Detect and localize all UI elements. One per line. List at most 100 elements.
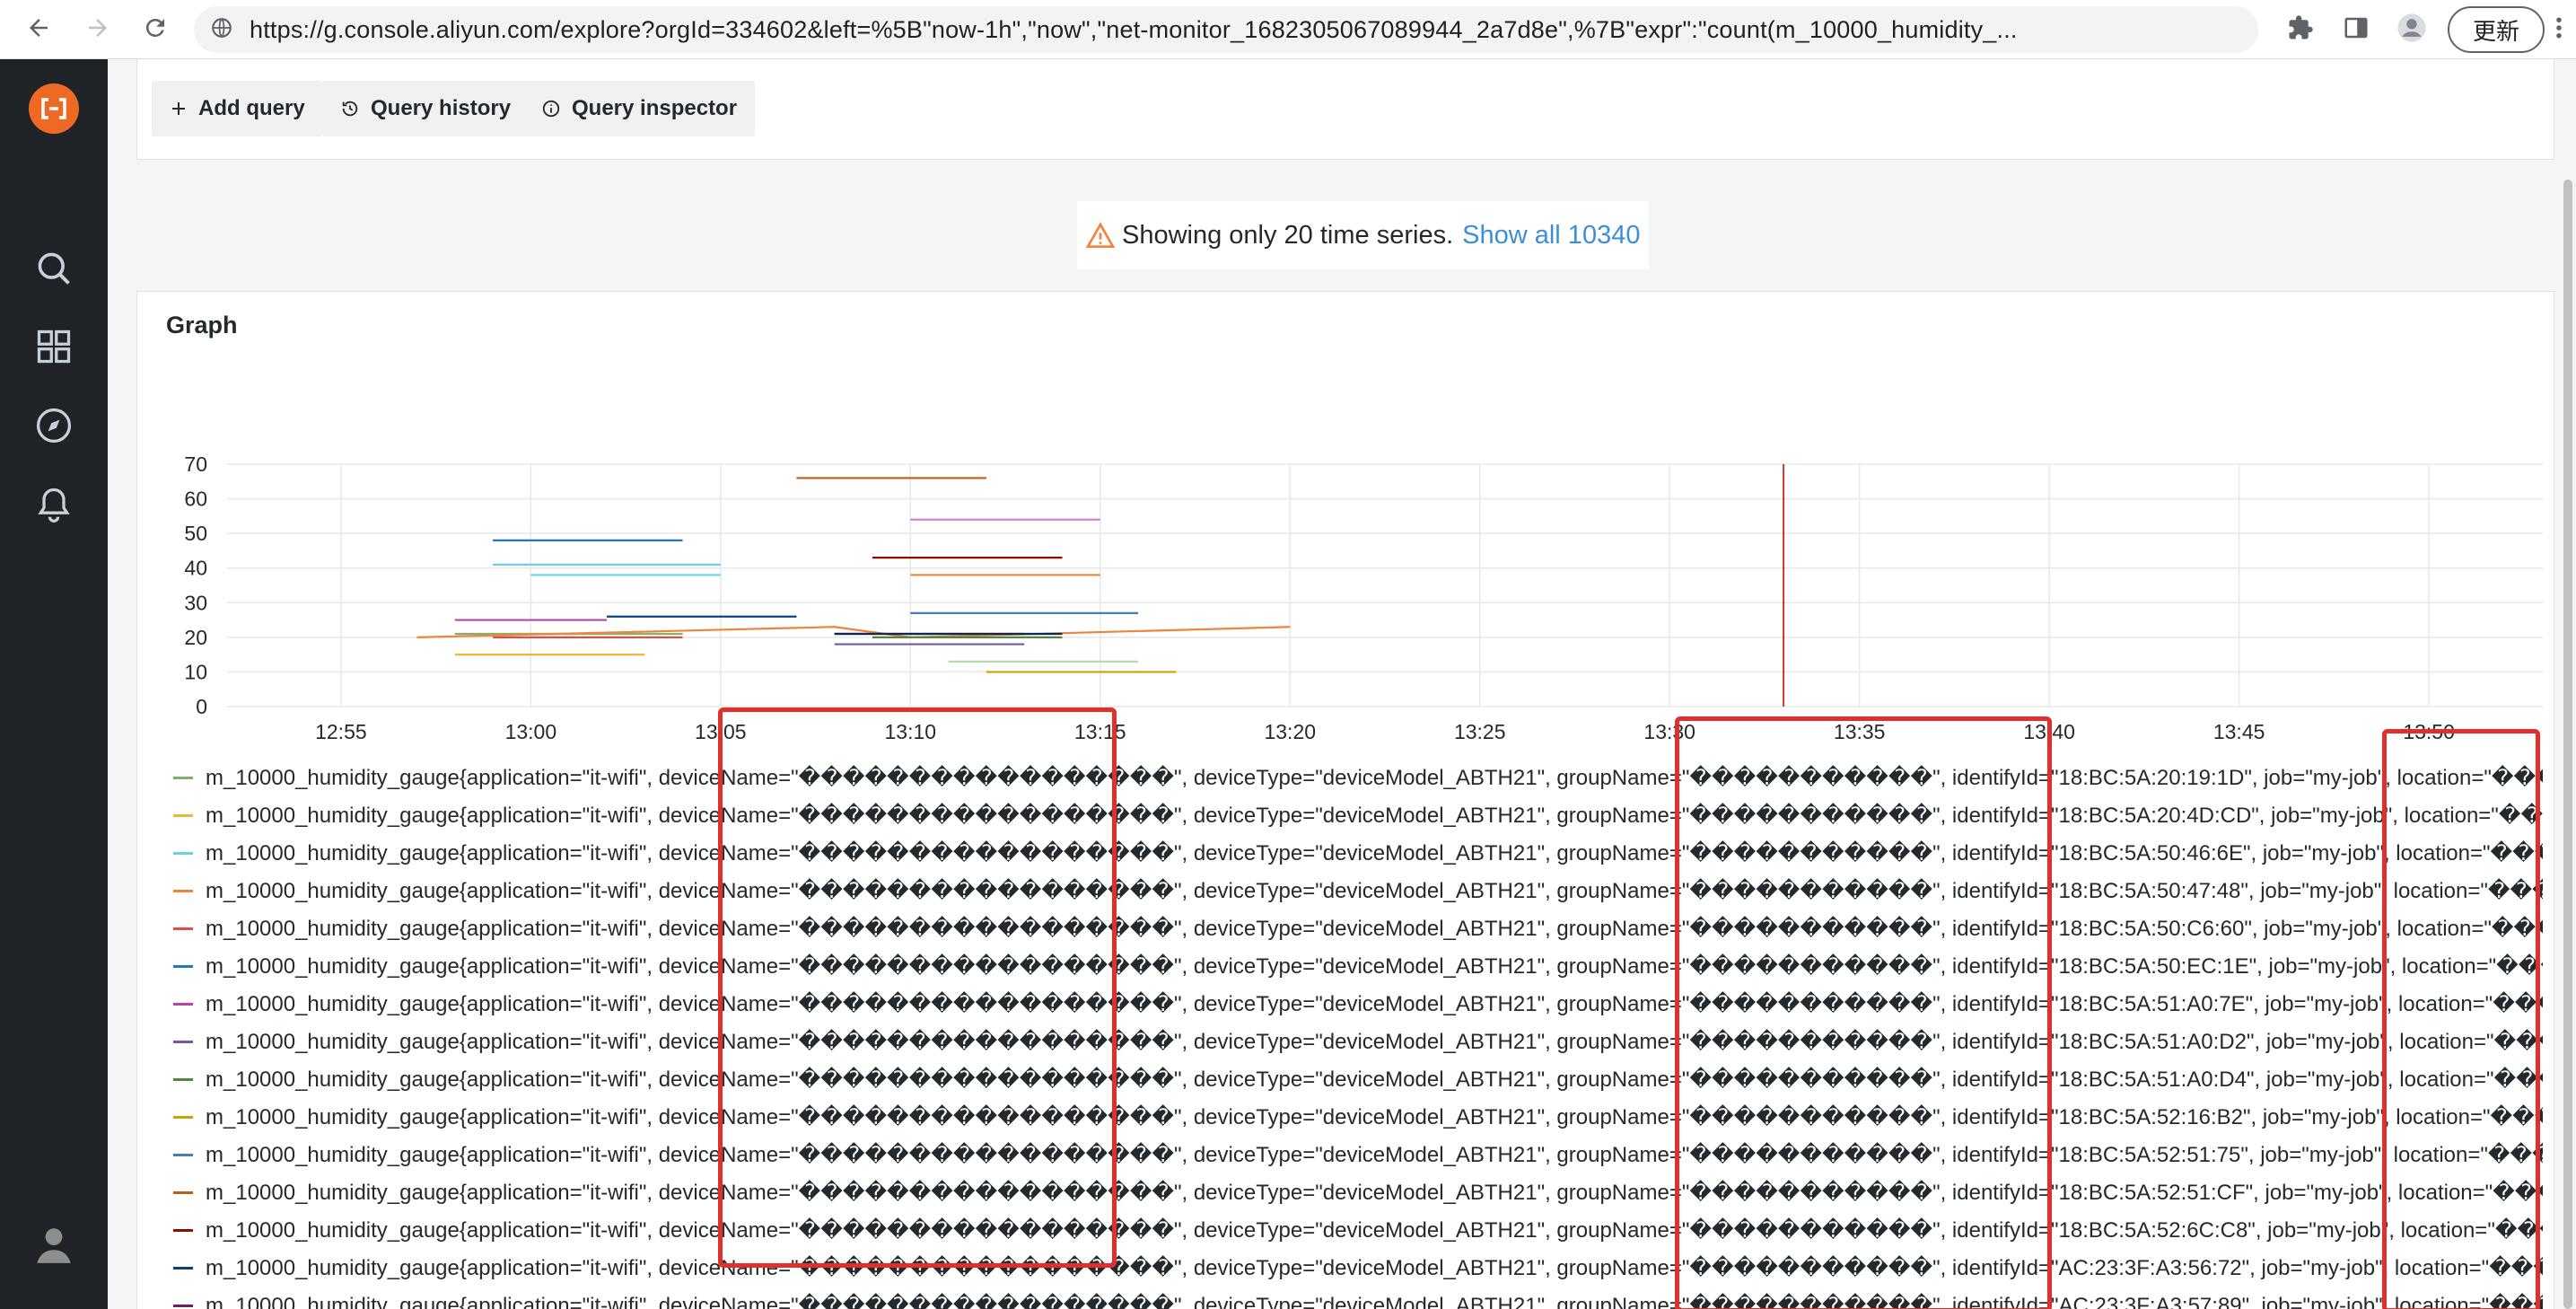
query-toolbar: Add query Query history Query inspector — [136, 59, 2554, 160]
legend-swatch — [173, 1190, 193, 1194]
aliyun-logo-icon — [29, 83, 79, 134]
address-bar[interactable]: https://g.console.aliyun.com/explore?org… — [194, 6, 2258, 53]
add-query-label: Add query — [198, 96, 305, 120]
forward-button[interactable] — [77, 9, 118, 50]
legend-swatch — [173, 1304, 193, 1307]
legend-label: m_10000_humidity_gauge{application="it-w… — [206, 953, 2543, 979]
sidebar-item-profile[interactable] — [27, 1217, 81, 1271]
legend-swatch — [173, 851, 193, 855]
y-tick-label: 30 — [184, 591, 207, 614]
legend-item[interactable]: m_10000_humidity_gauge{application="it-w… — [173, 1136, 2543, 1173]
query-inspector-label: Query inspector — [572, 96, 738, 120]
legend-item[interactable]: m_10000_humidity_gauge{application="it-w… — [173, 1023, 2543, 1060]
legend-item[interactable]: m_10000_humidity_gauge{application="it-w… — [173, 834, 2543, 872]
update-button[interactable]: 更新 — [2448, 6, 2545, 53]
legend-label: m_10000_humidity_gauge{application="it-w… — [206, 916, 2543, 941]
y-tick-label: 40 — [184, 557, 207, 580]
legend-swatch — [173, 1115, 193, 1119]
site-info-icon[interactable] — [210, 16, 233, 44]
back-button[interactable] — [18, 9, 59, 50]
legend-item[interactable]: m_10000_humidity_gauge{application="it-w… — [173, 796, 2543, 834]
legend-item[interactable]: m_10000_humidity_gauge{application="it-w… — [173, 759, 2543, 796]
user-avatar-icon — [2396, 13, 2427, 48]
y-tick-label: 20 — [184, 626, 207, 649]
legend-item[interactable]: m_10000_humidity_gauge{application="it-w… — [173, 1060, 2543, 1098]
legend-label: m_10000_humidity_gauge{application="it-w… — [206, 840, 2543, 865]
plus-icon — [170, 100, 188, 118]
y-tick-label: 70 — [184, 452, 207, 476]
legend-item[interactable]: m_10000_humidity_gauge{application="it-w… — [173, 1287, 2543, 1309]
profile-button[interactable] — [2391, 9, 2432, 50]
annotation-box-groupname — [1675, 716, 2052, 1309]
graph-chart[interactable]: 01020304050607012:55 13:00 13:05 13:10 13:15… — [137, 292, 2555, 759]
legend-item[interactable]: m_10000_humidity_gauge{application="it-w… — [173, 947, 2543, 985]
sidebar-item-explore[interactable] — [27, 399, 81, 452]
series-limit-warning: Showing only 20 time series. Show all 10… — [1077, 201, 1650, 269]
bell-icon — [38, 488, 70, 523]
legend-swatch — [173, 1040, 193, 1043]
legend-item[interactable]: m_10000_humidity_gauge{application="it-w… — [173, 1211, 2543, 1249]
sidebar-item-search[interactable] — [27, 242, 81, 295]
x-tick-label: 13:20 — [1264, 720, 1316, 743]
annotation-box-devicename — [718, 707, 1117, 1268]
legend-item[interactable]: m_10000_humidity_gauge{application="it-w… — [173, 1249, 2543, 1287]
sidebar — [0, 59, 108, 1309]
url-text: https://g.console.aliyun.com/explore?org… — [250, 15, 2018, 43]
y-tick-label: 50 — [184, 522, 207, 545]
add-query-button[interactable]: Add query — [152, 81, 323, 136]
legend-label: m_10000_humidity_gauge{application="it-w… — [206, 1217, 2543, 1243]
compass-icon — [36, 408, 72, 444]
logo[interactable] — [27, 82, 81, 136]
annotation-box-location — [2382, 729, 2540, 1309]
legend-swatch — [173, 1002, 193, 1006]
x-tick-label: 13:25 — [1454, 720, 1506, 743]
legend-swatch — [173, 889, 193, 892]
legend-item[interactable]: m_10000_humidity_gauge{application="it-w… — [173, 872, 2543, 909]
legend-item[interactable]: m_10000_humidity_gauge{application="it-w… — [173, 909, 2543, 947]
query-history-button[interactable]: Query history — [322, 81, 530, 136]
legend-label: m_10000_humidity_gauge{application="it-w… — [206, 1104, 2543, 1129]
query-inspector-button[interactable]: Query inspector — [523, 81, 756, 136]
dashboards-grid-icon — [37, 329, 71, 364]
legend-swatch — [173, 1266, 193, 1269]
y-tick-label: 0 — [196, 695, 207, 718]
user-icon — [37, 1228, 71, 1263]
legend-label: m_10000_humidity_gauge{application="it-w… — [206, 1255, 2543, 1280]
side-panel-button[interactable] — [2335, 9, 2377, 50]
puzzle-icon — [2287, 14, 2314, 46]
query-history-label: Query history — [371, 96, 512, 120]
legend-label: m_10000_humidity_gauge{application="it-w… — [206, 1029, 2543, 1054]
sidebar-item-alerting[interactable] — [27, 478, 81, 532]
legend-swatch — [173, 1153, 193, 1156]
arrow-left-icon — [25, 14, 52, 46]
arrow-right-icon — [84, 14, 111, 46]
reload-icon — [142, 14, 169, 46]
kebab-menu-icon — [2554, 14, 2563, 46]
sidebar-item-dashboards[interactable] — [27, 320, 81, 373]
legend-item[interactable]: m_10000_humidity_gauge{application="it-w… — [173, 985, 2543, 1023]
history-icon — [340, 99, 360, 119]
show-all-link[interactable]: Show all 10340 — [1462, 221, 1640, 250]
legend-swatch — [173, 927, 193, 930]
legend-label: m_10000_humidity_gauge{application="it-w… — [206, 1293, 2543, 1309]
main-content: Add query Query history Query inspector … — [108, 59, 2576, 1309]
legend-swatch — [173, 1228, 193, 1232]
info-circle-icon — [541, 99, 561, 119]
warning-text: Showing only 20 time series. — [1122, 220, 1454, 250]
legend-label: m_10000_humidity_gauge{application="it-w… — [206, 1180, 2543, 1205]
reload-button[interactable] — [135, 9, 176, 50]
legend-swatch — [173, 964, 193, 968]
extensions-button[interactable] — [2280, 9, 2321, 50]
browser-chrome: https://g.console.aliyun.com/explore?org… — [0, 0, 2576, 59]
menu-button[interactable] — [2545, 9, 2572, 50]
legend-item[interactable]: m_10000_humidity_gauge{application="it-w… — [173, 1173, 2543, 1211]
legend-swatch — [173, 813, 193, 817]
legend-label: m_10000_humidity_gauge{application="it-w… — [206, 1142, 2543, 1167]
page-scrollbar[interactable] — [2563, 180, 2572, 1309]
legend: m_10000_humidity_gauge{application="it-w… — [173, 759, 2543, 1309]
legend-label: m_10000_humidity_gauge{application="it-w… — [206, 803, 2543, 828]
x-tick-label: 13:00 — [505, 720, 557, 743]
legend-swatch — [173, 1077, 193, 1081]
series-line — [416, 626, 1291, 638]
legend-item[interactable]: m_10000_humidity_gauge{application="it-w… — [173, 1098, 2543, 1136]
